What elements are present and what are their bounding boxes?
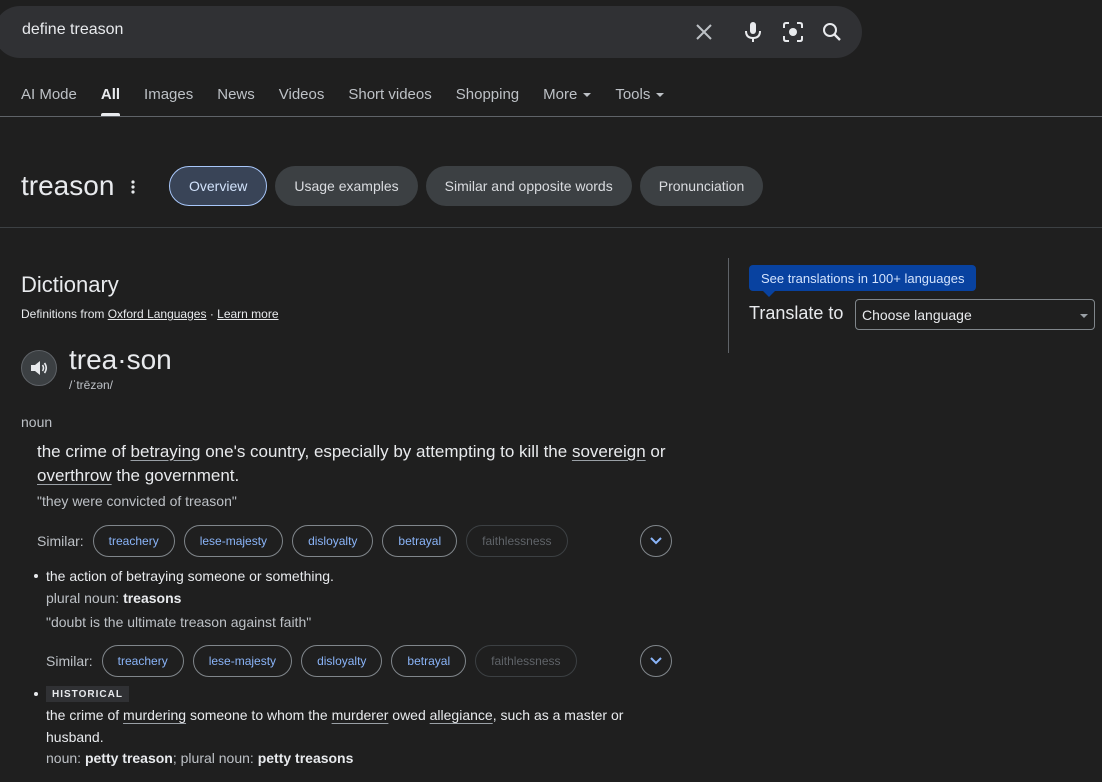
link-allegiance[interactable]: allegiance (430, 707, 493, 723)
chip-similar-opposite[interactable]: Similar and opposite words (425, 166, 632, 206)
tab-tools[interactable]: Tools (615, 86, 665, 116)
vertical-divider (728, 258, 729, 353)
chevron-down-icon (650, 537, 662, 545)
link-sovereign[interactable]: sovereign (572, 442, 646, 461)
translate-label: Translate to (749, 303, 844, 323)
synonym-chip[interactable]: disloyalty (301, 645, 383, 677)
definition-3: the crime of murdering someone to whom t… (46, 707, 624, 745)
historical-badge: HISTORICAL (46, 686, 129, 702)
similar-row-1: Similar: treachery lese-majesty disloyal… (37, 525, 577, 557)
more-vert-icon[interactable] (128, 178, 138, 196)
definition-2: the action of betraying someone or somet… (46, 568, 334, 584)
link-murderer[interactable]: murderer (332, 707, 389, 723)
tab-news[interactable]: News (217, 86, 255, 116)
lens-icon[interactable] (781, 20, 805, 44)
source-link[interactable]: Oxford Languages (108, 307, 207, 321)
link-overthrow[interactable]: overthrow (37, 466, 112, 485)
tab-images[interactable]: Images (144, 86, 193, 116)
tab-ai-mode[interactable]: AI Mode (21, 86, 77, 116)
language-select[interactable]: Choose language (855, 299, 1095, 330)
expand-similar-button[interactable] (640, 525, 672, 557)
synonym-chip[interactable]: faithlessness (466, 525, 568, 557)
synonym-chip[interactable]: treachery (92, 525, 175, 557)
search-icon[interactable] (820, 20, 844, 44)
part-of-speech: noun (21, 414, 53, 430)
definition-1: the crime of betraying one's country, es… (37, 442, 666, 485)
caret-down-icon (656, 93, 665, 97)
example-1: "they were convicted of treason" (37, 493, 237, 509)
chip-pronunciation[interactable]: Pronunciation (639, 166, 764, 206)
word-chips: Overview Usage examples Similar and oppo… (169, 166, 764, 206)
example-2: "doubt is the ultimate treason against f… (46, 614, 312, 630)
link-murdering[interactable]: murdering (123, 707, 186, 723)
chip-overview[interactable]: Overview (169, 166, 268, 206)
tab-short-videos[interactable]: Short videos (348, 86, 431, 116)
bullet (34, 574, 38, 578)
phonetic: /ˈtrēzən/ (69, 378, 114, 392)
translate-tooltip: See translations in 100+ languages (749, 265, 977, 297)
synonym-chip[interactable]: faithlessness (475, 645, 577, 677)
synonym-chip[interactable]: betrayal (382, 525, 458, 557)
synonym-chip[interactable]: betrayal (391, 645, 467, 677)
learn-more-link[interactable]: Learn more (217, 307, 278, 321)
headword: trea·son (69, 344, 172, 375)
tab-more[interactable]: More (543, 86, 592, 116)
search-tabs: AI Mode All Images News Videos Short vid… (21, 86, 688, 116)
tab-all[interactable]: All (100, 86, 121, 116)
search-input[interactable]: define treason (22, 21, 123, 39)
dictionary-title: Dictionary (21, 272, 119, 297)
noun-forms-3: noun: petty treason; plural noun: petty … (46, 750, 354, 766)
synonym-chip[interactable]: treachery (101, 645, 184, 677)
chip-usage-examples[interactable]: Usage examples (275, 166, 418, 206)
similar-row-2: Similar: treachery lese-majesty disloyal… (46, 645, 586, 677)
link-betraying[interactable]: betraying (131, 442, 201, 461)
search-bar[interactable]: define treason (0, 6, 862, 58)
tab-videos[interactable]: Videos (279, 86, 325, 116)
speaker-icon (31, 361, 48, 375)
caret-down-icon (583, 93, 592, 97)
word-title: treason (21, 170, 115, 201)
tabs-divider (0, 116, 1102, 117)
close-icon[interactable] (692, 20, 716, 44)
synonym-chip[interactable]: disloyalty (292, 525, 374, 557)
bullet (34, 692, 38, 696)
caret-down-icon (1080, 314, 1088, 318)
plural-2: plural noun: treasons (46, 590, 182, 606)
synonym-chip[interactable]: lese-majesty (192, 645, 293, 677)
header-divider (0, 227, 1102, 228)
pronounce-button[interactable] (21, 350, 57, 386)
tab-shopping[interactable]: Shopping (456, 86, 519, 116)
chevron-down-icon (650, 657, 662, 665)
microphone-icon[interactable] (741, 20, 765, 44)
expand-similar-button[interactable] (640, 645, 672, 677)
synonym-chip[interactable]: lese-majesty (183, 525, 284, 557)
definitions-source: Definitions from Oxford Languages · Lear… (21, 307, 279, 321)
